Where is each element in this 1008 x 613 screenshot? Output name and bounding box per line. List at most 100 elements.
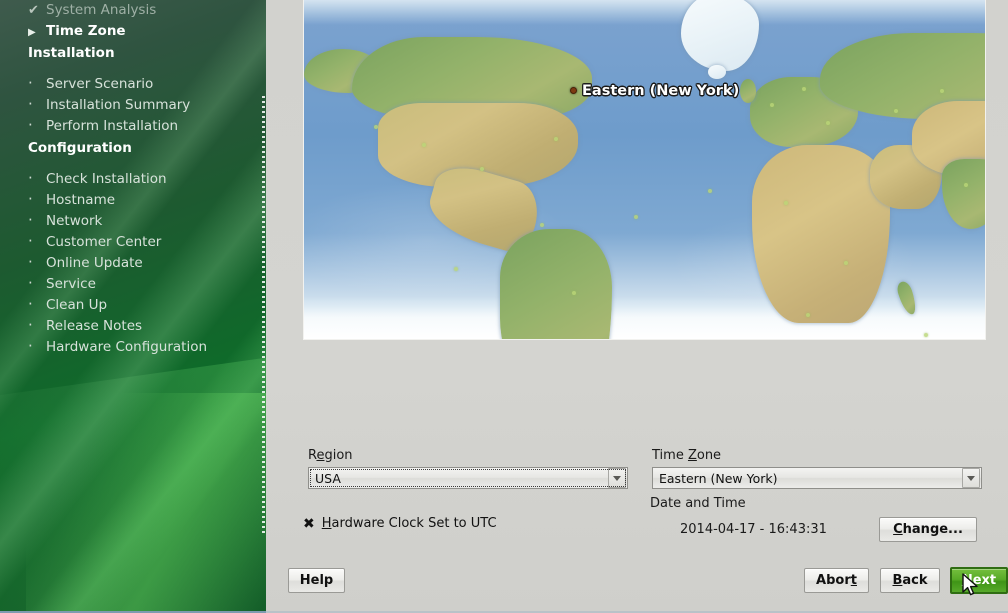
map-city-dot	[454, 267, 458, 271]
sidebar-item-hostname[interactable]: · Hostname	[0, 190, 266, 211]
map-city-dot	[806, 313, 810, 317]
map-city-dot	[784, 201, 788, 205]
installer-sidebar: ✔ System Analysis ▶ Time Zone Installation · S…	[0, 0, 266, 613]
sidebar-item-network[interactable]: · Network	[0, 211, 266, 232]
sidebar-item-label: Service	[46, 276, 96, 292]
map-city-dot	[924, 333, 928, 337]
map-city-dot	[770, 103, 774, 107]
bullet-icon: ·	[28, 95, 33, 113]
date-and-time-label: Date and Time	[650, 496, 746, 511]
timezone-combobox[interactable]: Eastern (New York)	[652, 467, 982, 489]
installer-step-list: ✔ System Analysis ▶ Time Zone Installation · S…	[0, 0, 266, 358]
bullet-icon: ·	[28, 295, 33, 313]
timezone-label-suffix: one	[696, 448, 722, 463]
sidebar-item-server-scenario[interactable]: · Server Scenario	[0, 74, 266, 95]
sidebar-item-label: Clean Up	[46, 297, 108, 313]
sidebar-item-label: Installation Summary	[46, 97, 191, 113]
region-selected-value: USA	[315, 470, 341, 486]
installer-content-pane: Eastern (New York) Region USA Time Zone …	[266, 0, 1008, 613]
sidebar-item-label: Release Notes	[46, 318, 143, 334]
sidebar-item-label: Server Scenario	[46, 76, 154, 92]
bullet-icon: ·	[28, 211, 33, 229]
sidebar-section-heading: Installation	[28, 45, 115, 61]
chevron-down-icon[interactable]	[608, 468, 626, 488]
next-button[interactable]: Next	[950, 567, 1008, 594]
timezone-label-prefix: Time	[652, 448, 688, 463]
map-city-dot	[844, 261, 848, 265]
map-city-dot	[894, 109, 898, 113]
sidebar-item-label: Customer Center	[46, 234, 162, 250]
sidebar-item-perform-installation[interactable]: · Perform Installation	[0, 116, 266, 137]
next-button-suffix: ext	[972, 573, 997, 588]
bullet-icon: ·	[28, 232, 33, 250]
checkbox-checked-icon: ✖	[303, 515, 315, 532]
bullet-icon: ·	[28, 337, 33, 355]
region-label: Region	[308, 448, 628, 463]
timezone-selected-value: Eastern (New York)	[659, 470, 778, 486]
landmass-south-america	[500, 229, 612, 339]
bullet-icon: ·	[28, 274, 33, 292]
hardware-clock-label-accel: H	[321, 516, 332, 531]
sidebar-item-check-installation[interactable]: · Check Installation	[0, 169, 266, 190]
hardware-clock-utc-label: Hardware Clock Set to UTC	[322, 516, 497, 531]
map-city-dot	[480, 167, 484, 171]
sidebar-step-label: System Analysis	[46, 2, 157, 18]
chevron-down-icon[interactable]	[962, 468, 980, 488]
back-button[interactable]: Back	[880, 568, 940, 593]
region-combobox[interactable]: USA	[308, 467, 628, 489]
bullet-icon: ·	[28, 316, 33, 334]
sidebar-step-label: Time Zone	[46, 23, 126, 39]
sidebar-step-time-zone[interactable]: ▶ Time Zone	[0, 21, 266, 42]
sidebar-decoration-swoosh	[0, 345, 266, 613]
sidebar-step-system-analysis[interactable]: ✔ System Analysis	[0, 0, 266, 21]
map-city-dot	[572, 291, 576, 295]
map-city-dot	[940, 89, 944, 93]
change-date-time-button[interactable]: Change...	[879, 517, 977, 542]
date-and-time-value: 2014-04-17 - 16:43:31	[680, 522, 827, 537]
sidebar-item-clean-up[interactable]: · Clean Up	[0, 295, 266, 316]
sidebar-item-label: Check Installation	[46, 171, 167, 187]
sidebar-item-installation-summary[interactable]: · Installation Summary	[0, 95, 266, 116]
map-city-dot	[826, 121, 830, 125]
hardware-clock-utc-checkbox[interactable]: ✖ Hardware Clock Set to UTC	[303, 516, 497, 531]
landmass-iceland	[708, 65, 726, 79]
timezone-field-group: Time Zone Eastern (New York)	[652, 448, 982, 489]
timezone-world-map[interactable]: Eastern (New York)	[303, 0, 986, 340]
installer-window: ✔ System Analysis ▶ Time Zone Installation · S…	[0, 0, 1008, 613]
hardware-clock-label-suffix: ardware Clock Set to UTC	[331, 516, 497, 531]
bullet-icon: ·	[28, 74, 33, 92]
sidebar-item-label: Hardware Configuration	[46, 339, 208, 355]
sidebar-item-release-notes[interactable]: · Release Notes	[0, 316, 266, 337]
sidebar-item-online-update[interactable]: · Online Update	[0, 253, 266, 274]
world-map-canvas: Eastern (New York)	[304, 0, 985, 339]
map-city-dot	[802, 87, 806, 91]
abort-button-prefix: Abor	[816, 573, 851, 588]
timezone-map-label: Eastern (New York)	[582, 83, 740, 99]
sidebar-item-customer-center[interactable]: · Customer Center	[0, 232, 266, 253]
sidebar-item-hardware-configuration[interactable]: · Hardware Configuration	[0, 337, 266, 358]
map-city-dot	[708, 189, 712, 193]
timezone-label: Time Zone	[652, 448, 982, 463]
back-button-accel: B	[892, 573, 903, 588]
sidebar-item-service[interactable]: · Service	[0, 274, 266, 295]
help-button[interactable]: Help	[288, 568, 345, 593]
map-city-dot	[540, 223, 544, 227]
sidebar-item-label: Hostname	[46, 192, 116, 208]
bullet-icon: ·	[28, 169, 33, 187]
map-city-dot	[422, 143, 426, 147]
change-button-suffix: hange...	[902, 522, 963, 537]
sidebar-item-label: Online Update	[46, 255, 143, 271]
sidebar-item-label: Network	[46, 213, 103, 229]
map-city-dot	[374, 125, 378, 129]
abort-button[interactable]: Abor t	[804, 568, 869, 593]
timezone-marker-icon	[570, 87, 577, 94]
step-complete-check-icon: ✔	[28, 3, 39, 18]
sidebar-decoration-swoosh-secondary	[26, 393, 266, 613]
region-label-suffix: gion	[324, 448, 353, 463]
bullet-icon: ·	[28, 116, 33, 134]
map-arctic	[304, 0, 985, 26]
region-field-group: Region USA	[308, 448, 628, 489]
bullet-icon: ·	[28, 190, 33, 208]
